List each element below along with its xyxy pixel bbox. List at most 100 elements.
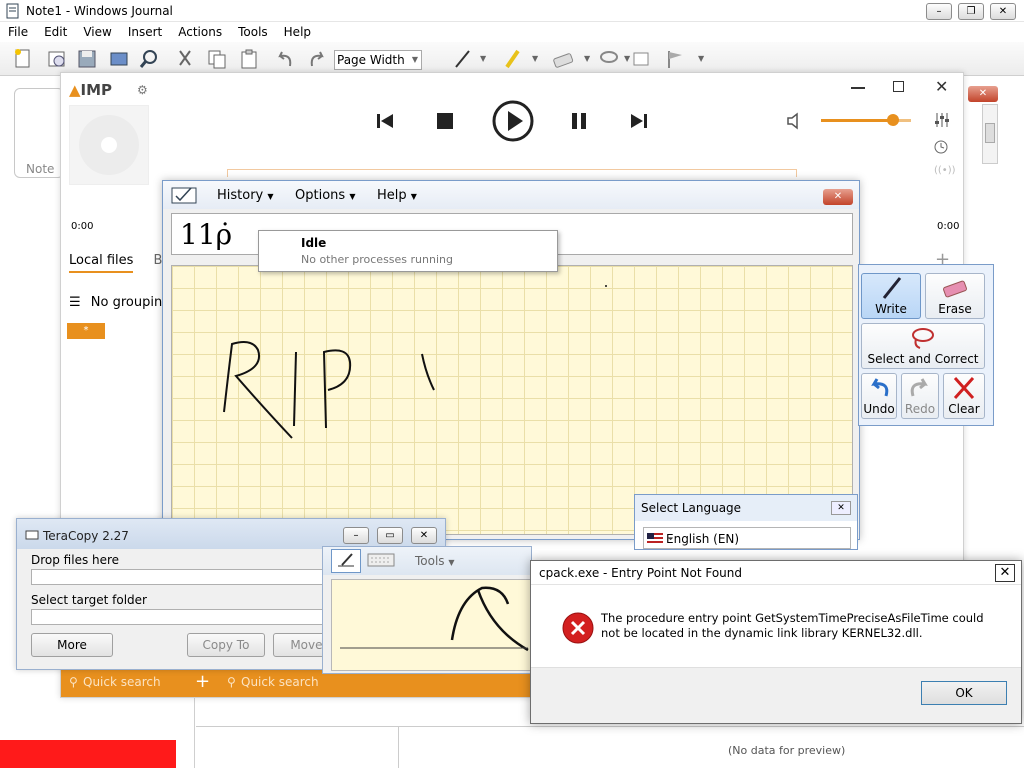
teracopy-maximize-button[interactable]: ▭ (377, 527, 403, 544)
error-title-bar[interactable]: cpack.exe - Entry Point Not Found ✕ (531, 561, 1021, 585)
paste-icon[interactable] (238, 48, 260, 70)
find-icon[interactable] (138, 48, 160, 70)
gear-icon[interactable]: ⚙ (137, 83, 148, 97)
redo-icon (910, 378, 928, 397)
equalizer-icon[interactable] (933, 111, 951, 129)
menu-edit[interactable]: Edit (36, 22, 75, 39)
menu-help[interactable]: Help (276, 22, 319, 39)
redo-icon[interactable] (306, 48, 328, 70)
menu-file[interactable]: File (0, 22, 36, 39)
ink-writing-area[interactable] (331, 579, 531, 671)
flag-dropdown-icon[interactable]: ▼ (698, 54, 704, 63)
clock-icon[interactable] (933, 139, 949, 155)
journal-maximize-button[interactable]: ❐ (958, 3, 984, 20)
language-select[interactable]: English (EN) ⌄ (643, 527, 851, 549)
chevron-down-icon: ▼ (267, 192, 274, 201)
previous-track-icon[interactable] (375, 111, 395, 131)
radio-icon[interactable]: ((•)) (934, 165, 956, 176)
lasso-icon[interactable] (598, 48, 620, 70)
copy-icon[interactable] (206, 48, 228, 70)
group-chip[interactable]: * (67, 323, 105, 339)
menu-history[interactable]: History ▼ (217, 188, 274, 203)
undo-icon[interactable] (274, 48, 296, 70)
cut-icon[interactable] (174, 48, 196, 70)
save-icon[interactable] (76, 48, 98, 70)
pen-icon[interactable] (452, 48, 474, 70)
red-color-strip (0, 740, 176, 768)
next-track-icon[interactable] (629, 111, 649, 131)
volume-slider-handle[interactable] (887, 114, 899, 126)
math-menu-bar: History ▼ Options ▼ Help ▼ ✕ (163, 181, 859, 209)
menu-insert[interactable]: Insert (120, 22, 170, 39)
redo-button[interactable]: Redo (901, 373, 939, 419)
keyboard-button[interactable] (365, 549, 397, 573)
menu-help-math[interactable]: Help ▼ (377, 188, 417, 203)
pen-dropdown-icon[interactable]: ▼ (480, 54, 486, 63)
undo-icon (871, 378, 889, 397)
flag-icon[interactable] (664, 48, 686, 70)
volume-slider-fill (821, 119, 893, 122)
insert-space-icon[interactable] (630, 48, 652, 70)
grouping-row[interactable]: ☰ No groupin (69, 295, 162, 310)
us-flag-icon (647, 533, 663, 544)
menu-tools[interactable]: Tools (230, 22, 276, 39)
eraser-icon[interactable] (552, 48, 574, 70)
quick-search-right[interactable]: Quick search (241, 675, 319, 689)
journal-title-text: Note1 - Windows Journal (26, 4, 173, 18)
journal-close-button[interactable]: ✕ (990, 3, 1016, 20)
pause-icon[interactable] (569, 111, 589, 131)
highlighter-dropdown-icon[interactable]: ▼ (532, 54, 538, 63)
write-button[interactable]: Write (861, 273, 921, 319)
open-icon[interactable] (46, 48, 68, 70)
select-language-close-button[interactable]: ✕ (831, 501, 851, 515)
eraser-dropdown-icon[interactable]: ▼ (584, 54, 590, 63)
new-note-icon[interactable] (12, 48, 34, 70)
menu-options[interactable]: Options ▼ (295, 188, 355, 203)
tab-local-files[interactable]: Local files (69, 253, 134, 273)
play-icon[interactable] (491, 99, 535, 143)
menu-view[interactable]: View (75, 22, 119, 39)
aimp-close-button[interactable]: ✕ (935, 77, 948, 96)
journal-inner-close-button[interactable]: ✕ (968, 86, 998, 102)
math-close-button[interactable]: ✕ (823, 189, 853, 205)
add-icon[interactable]: + (195, 671, 210, 692)
ok-button[interactable]: OK (921, 681, 1007, 705)
ink-tools-menu[interactable]: Tools ▼ (415, 554, 455, 568)
journal-app-icon (6, 3, 19, 19)
select-and-correct-button[interactable]: Select and Correct (861, 323, 985, 369)
aimp-maximize-button[interactable] (893, 81, 904, 92)
aimp-minimize-button[interactable] (851, 87, 865, 89)
scroll-thumb[interactable] (985, 123, 995, 143)
menu-help-label: Help (377, 188, 407, 203)
aimp-logo: ▲IMP (69, 81, 112, 99)
menu-options-label: Options (295, 188, 346, 203)
handwriting-pad-button[interactable] (331, 549, 361, 573)
teracopy-minimize-button[interactable]: – (343, 527, 369, 544)
seek-bar[interactable] (227, 169, 797, 177)
journal-scrollbar[interactable] (982, 104, 998, 164)
journal-minimize-button[interactable]: – (926, 3, 952, 20)
teracopy-close-button[interactable]: ✕ (411, 527, 437, 544)
stop-icon[interactable] (435, 111, 455, 131)
highlighter-icon[interactable] (502, 48, 524, 70)
menu-actions[interactable]: Actions (170, 22, 230, 39)
undo-button[interactable]: Undo (861, 373, 897, 419)
target-folder-label: Select target folder (31, 593, 147, 607)
zoom-select[interactable]: Page Width ▼ (334, 50, 422, 70)
more-button[interactable]: More (31, 633, 113, 657)
select-language-title-bar[interactable]: Select Language ✕ (635, 495, 857, 521)
send-icon[interactable] (108, 48, 130, 70)
write-label: Write (875, 302, 907, 316)
error-close-button[interactable]: ✕ (995, 564, 1015, 582)
idle-tooltip: Idle No other processes running (258, 230, 558, 272)
clear-button[interactable]: Clear (943, 373, 985, 419)
pen-pad-icon (338, 553, 354, 567)
volume-icon[interactable] (785, 111, 805, 131)
teracopy-title-bar[interactable]: TeraCopy 2.27 – ▭ ✕ (17, 519, 445, 549)
quick-search-left[interactable]: Quick search (83, 675, 161, 689)
journal-title-bar[interactable]: Note1 - Windows Journal – ❐ ✕ (0, 0, 1024, 22)
journal-page-right (196, 726, 1024, 768)
erase-button[interactable]: Erase (925, 273, 985, 319)
no-preview-text: (No data for preview) (728, 744, 846, 757)
copy-to-button[interactable]: Copy To (187, 633, 265, 657)
